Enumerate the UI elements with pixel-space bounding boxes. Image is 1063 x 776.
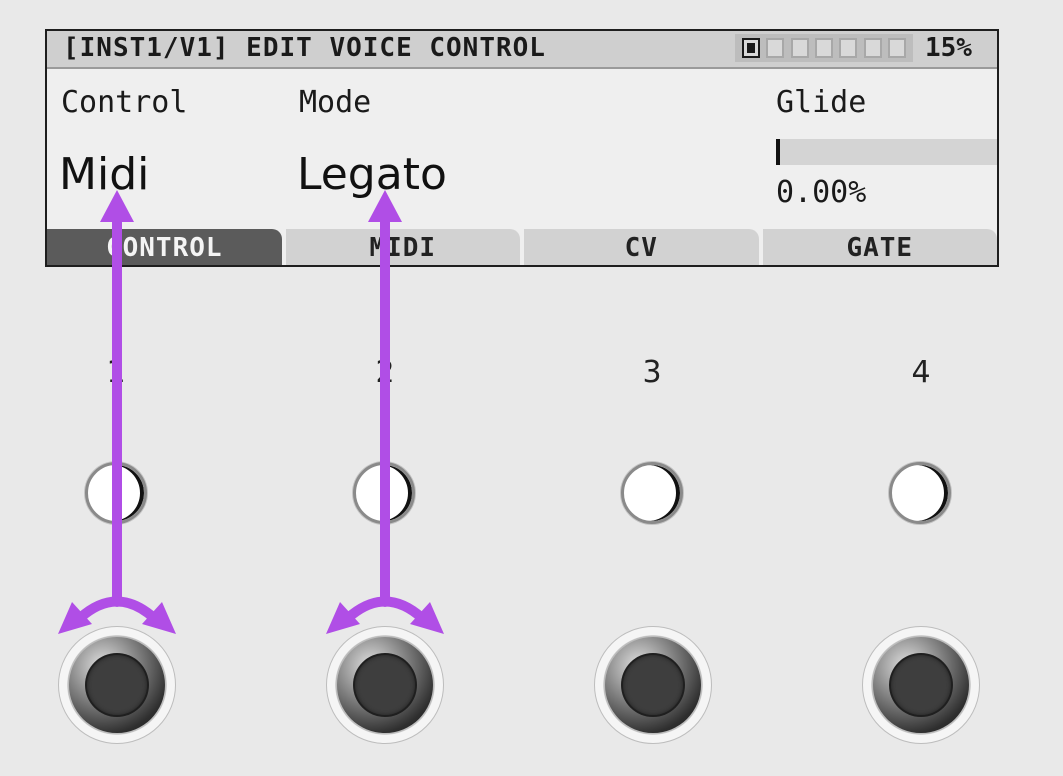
- annotation-arrows: [58, 190, 444, 634]
- arrow-knob-2-to-mode: [326, 190, 444, 634]
- arrow-knob-1-to-control: [58, 190, 176, 634]
